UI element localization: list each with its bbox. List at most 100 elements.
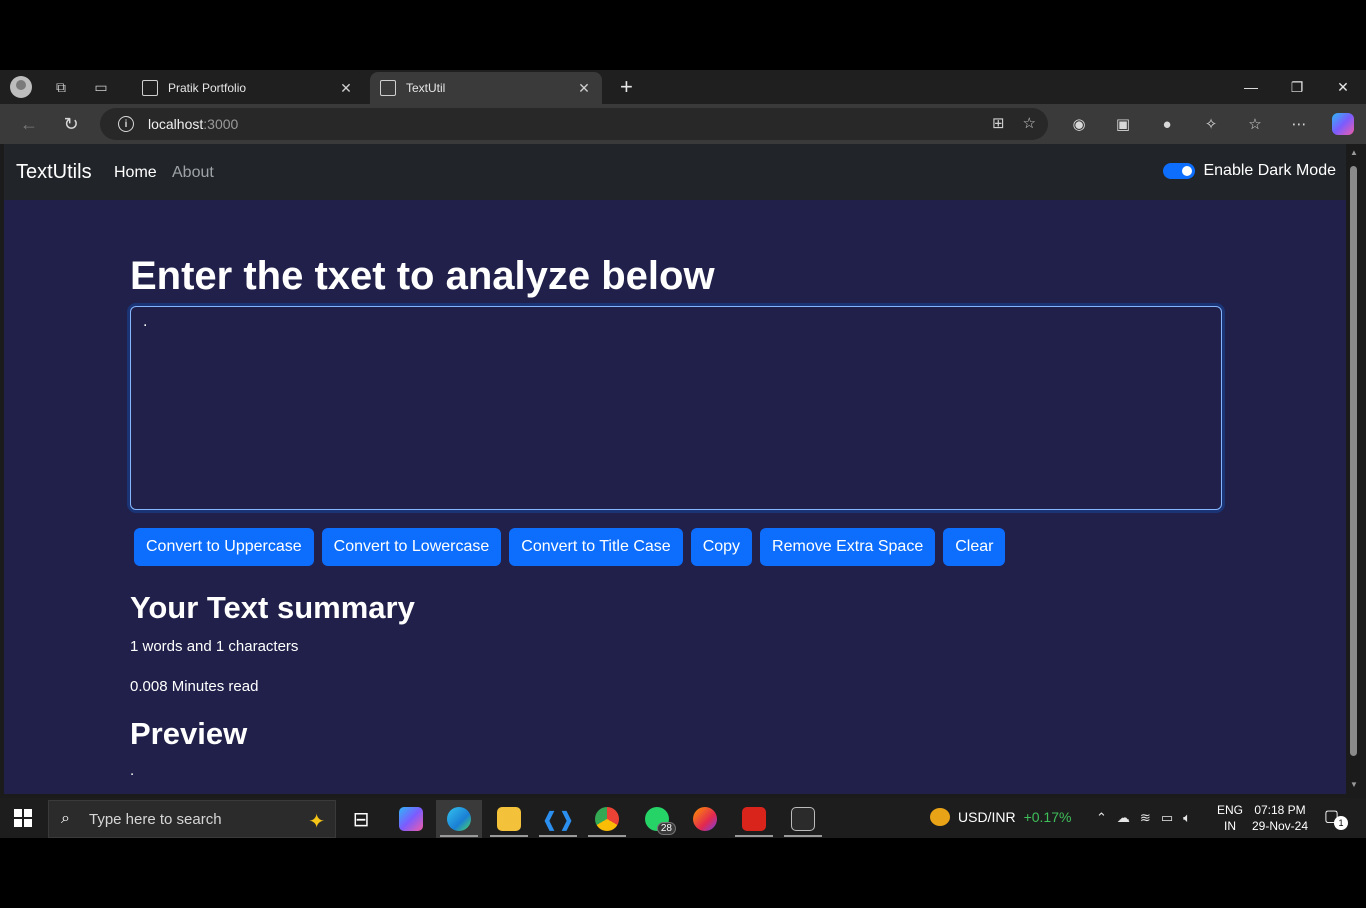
chrome-icon[interactable] [584, 800, 630, 838]
lang-line2: IN [1224, 819, 1236, 833]
new-tab-icon[interactable]: + [620, 76, 633, 98]
copilot-icon[interactable] [1328, 109, 1358, 139]
url-host: localhost [148, 116, 204, 132]
favorites-icon[interactable]: ☆ [1240, 109, 1270, 139]
ticker-change: +0.17% [1023, 809, 1072, 825]
search-placeholder: Type here to search [89, 810, 222, 828]
page-icon [380, 80, 396, 96]
page-viewport: TextUtils Home About Enable Dark Mode En… [4, 144, 1346, 794]
scroll-down-icon[interactable]: ▼ [1349, 780, 1359, 790]
toolbar-icons: ◉ ▣ ● ✧ ☆ ⋯ [1064, 109, 1358, 139]
edge-tile [447, 807, 471, 831]
close-icon[interactable]: ✕ [338, 80, 354, 97]
extension-face-icon[interactable]: ● [1152, 109, 1182, 139]
uppercase-button[interactable]: Convert to Uppercase [134, 528, 314, 566]
tab-actions-icon[interactable]: ▭ [90, 76, 112, 98]
refresh-icon[interactable]: ↻ [56, 109, 86, 139]
summary-heading: Your Text summary [130, 590, 415, 625]
nav-about-link[interactable]: About [172, 164, 214, 182]
page-scrollbar[interactable]: ▲ ▼ [1346, 144, 1362, 794]
copilot-logo [1332, 113, 1354, 135]
explorer-tile [497, 807, 521, 831]
file-explorer-icon[interactable] [486, 800, 532, 838]
screen: ⧉ ▭ Pratik Portfolio ✕ TextUtil ✕ + — ❐ … [0, 70, 1366, 838]
lang-line1: ENG [1216, 803, 1243, 817]
screenshot-icon[interactable]: ▣ [1108, 109, 1138, 139]
terminal-icon[interactable] [780, 800, 826, 838]
remove-extra-space-button[interactable]: Remove Extra Space [760, 528, 936, 566]
browser-tab-strip: ⧉ ▭ Pratik Portfolio ✕ TextUtil ✕ + — ❐ … [0, 70, 1366, 104]
language-indicator[interactable]: ENG IN [1216, 802, 1244, 834]
close-icon[interactable]: ✕ [576, 80, 592, 97]
address-bar-row: ← ↻ i localhost:3000 ⊞ ☆ ◉ ▣ ● ✧ ☆ ⋯ [0, 104, 1366, 144]
task-view-icon[interactable]: ⊟ [338, 800, 384, 838]
onedrive-cloud-icon[interactable]: ☁ [1117, 810, 1130, 826]
scroll-up-icon[interactable]: ▲ [1349, 148, 1359, 158]
ticker-name: USD/INR [958, 809, 1016, 825]
preview-heading: Preview [130, 716, 248, 751]
app-navbar: TextUtils Home About Enable Dark Mode [4, 144, 1346, 200]
site-info-icon[interactable]: i [118, 116, 134, 132]
taskbar-search[interactable]: ⌕ Type here to search ✦ [48, 800, 336, 838]
address-bar[interactable]: i localhost:3000 ⊞ ☆ [100, 108, 1048, 140]
edge-app-icon[interactable] [436, 800, 482, 838]
dark-mode-switch[interactable] [1163, 163, 1196, 179]
copilot-tile [399, 807, 423, 831]
extensions-puzzle-icon[interactable]: ✧ [1196, 109, 1226, 139]
vscode-icon[interactable]: ❰❱ [535, 800, 581, 838]
tab-label: TextUtil [406, 81, 446, 95]
coins-icon [930, 808, 950, 826]
clear-button[interactable]: Clear [943, 528, 1006, 566]
url-text[interactable]: localhost:3000 [148, 116, 238, 132]
profile-avatar[interactable] [10, 76, 32, 98]
dark-mode-toggle[interactable]: Enable Dark Mode [1163, 162, 1336, 180]
more-menu-icon[interactable]: ⋯ [1284, 109, 1314, 139]
avatar-icon [10, 76, 32, 98]
terminal-tile [791, 807, 815, 831]
clock-time: 07:18 PM [1254, 803, 1306, 817]
minimize-icon[interactable]: — [1228, 74, 1274, 100]
copilot-app-icon[interactable] [388, 800, 434, 838]
acrobat-tile [742, 807, 766, 831]
chrome-tile [595, 807, 619, 831]
window-close-icon[interactable]: ✕ [1320, 74, 1366, 100]
collections-icon[interactable]: ⧉ [50, 76, 72, 98]
acrobat-icon[interactable] [731, 800, 777, 838]
system-clock[interactable]: 07:18 PM 29-Nov-24 [1250, 802, 1310, 834]
lowercase-button[interactable]: Convert to Lowercase [321, 528, 502, 566]
copy-button[interactable]: Copy [690, 528, 753, 566]
restore-icon[interactable]: ❐ [1274, 74, 1320, 100]
read-time: 0.008 Minutes read [130, 678, 259, 695]
whatsapp-icon[interactable]: 28 [634, 800, 680, 838]
record-icon[interactable]: ◉ [1064, 109, 1094, 139]
title-case-button[interactable]: Convert to Title Case [509, 528, 683, 566]
firefox-tile [693, 807, 717, 831]
wifi-icon[interactable]: ≋ [1140, 810, 1151, 826]
windows-start-icon[interactable] [14, 809, 32, 827]
address-bar-actions: ⊞ ☆ [992, 114, 1036, 132]
system-tray: ⌃ ☁ ≋ ▭ 🔈︎ [1096, 810, 1191, 826]
notification-count: 1 [1334, 816, 1348, 830]
back-icon[interactable]: ← [14, 109, 44, 139]
firefox-icon[interactable] [682, 800, 728, 838]
windows-taskbar: ⌕ Type here to search ✦ ⊟ ❰❱ 28 USD/INR … [0, 798, 1366, 838]
nav-home-link[interactable]: Home [114, 164, 157, 182]
currency-ticker[interactable]: USD/INR +0.17% [930, 808, 1071, 826]
chevron-up-icon[interactable]: ⌃ [1096, 810, 1107, 826]
volume-icon[interactable]: 🔈︎ [1183, 810, 1191, 826]
text-input[interactable] [130, 306, 1222, 510]
page-heading: Enter the txet to analyze below [130, 254, 715, 298]
tab-label: Pratik Portfolio [168, 81, 247, 95]
preview-text: . [130, 762, 135, 779]
app-available-icon[interactable]: ⊞ [992, 114, 1005, 132]
search-icon: ⌕ [61, 810, 70, 827]
brand-link[interactable]: TextUtils [16, 161, 92, 184]
scrollbar-thumb[interactable] [1350, 166, 1357, 756]
sparkle-icon: ✦ [308, 811, 325, 833]
battery-icon[interactable]: ▭ [1161, 810, 1173, 826]
tab-pratik-portfolio[interactable]: Pratik Portfolio ✕ [132, 72, 364, 104]
tab-textutil[interactable]: TextUtil ✕ [370, 72, 602, 104]
favorite-star-icon[interactable]: ☆ [1023, 114, 1036, 132]
clock-date: 29-Nov-24 [1251, 819, 1309, 833]
action-buttons: Convert to Uppercase Convert to Lowercas… [134, 528, 1006, 566]
